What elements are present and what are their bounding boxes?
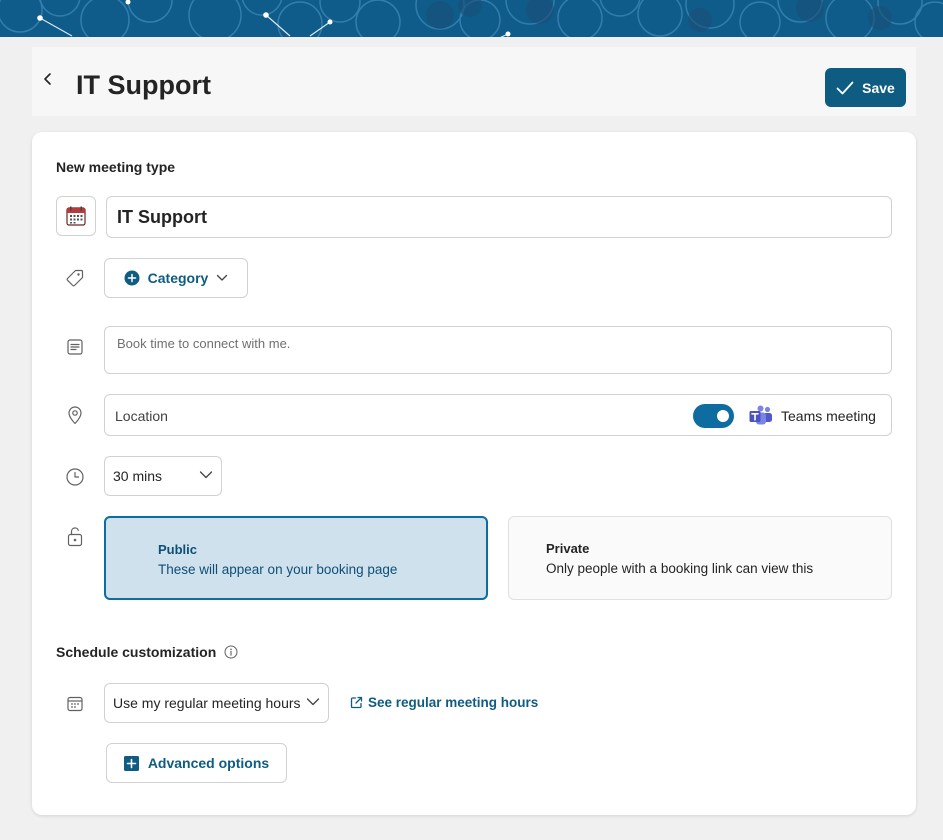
visibility-option-private[interactable]: Private Only people with a booking link …	[508, 516, 892, 600]
location-input[interactable]	[115, 403, 675, 429]
notes-icon	[64, 336, 86, 358]
meeting-icon-picker[interactable]	[56, 196, 96, 236]
meeting-hours-value: Use my regular meeting hours	[113, 695, 301, 711]
page-header: IT Support Save	[32, 47, 916, 116]
location-field: Teams meeting	[104, 394, 892, 436]
advanced-options-button[interactable]: Advanced options	[106, 743, 287, 783]
public-title: Public	[158, 542, 198, 557]
add-circle-icon	[124, 270, 140, 286]
category-dropdown[interactable]: Category	[104, 258, 248, 298]
teams-meeting-label: Teams meeting	[781, 408, 876, 424]
meeting-type-form: New meeting type Category	[32, 132, 916, 815]
duration-dropdown[interactable]: 30 mins	[104, 456, 222, 496]
info-icon[interactable]	[224, 645, 238, 659]
tag-icon	[64, 267, 86, 289]
checkmark-icon	[836, 81, 854, 94]
teams-meeting-toggle[interactable]	[693, 404, 734, 428]
save-label: Save	[862, 79, 895, 96]
public-description: These will appear on your booking page	[158, 562, 398, 577]
calendar-emoji-icon	[66, 206, 86, 226]
section-title-new-meeting: New meeting type	[56, 159, 176, 175]
open-external-icon	[350, 696, 363, 709]
page-title: IT Support	[76, 70, 211, 100]
save-button[interactable]: Save	[825, 68, 906, 107]
advanced-options-label: Advanced options	[147, 755, 270, 771]
description-input[interactable]	[104, 326, 892, 374]
teams-icon	[749, 405, 772, 425]
meeting-name-input[interactable]	[106, 196, 892, 238]
header-banner	[0, 0, 943, 37]
chevron-down-icon	[306, 698, 320, 706]
unlock-icon	[64, 526, 86, 548]
see-meeting-hours-link[interactable]: See regular meeting hours	[350, 695, 538, 710]
banner-pattern	[0, 0, 943, 37]
chevron-left-icon	[44, 73, 51, 85]
calendar-icon	[64, 693, 86, 715]
category-label: Category	[147, 270, 209, 286]
meeting-hours-dropdown[interactable]: Use my regular meeting hours	[104, 683, 329, 723]
back-button[interactable]	[38, 69, 58, 89]
section-title-schedule: Schedule customization	[56, 644, 217, 660]
see-meeting-hours-label: See regular meeting hours	[368, 695, 539, 710]
schedule-heading: Schedule customization	[56, 644, 238, 660]
chevron-down-icon	[199, 471, 213, 479]
add-square-icon	[123, 755, 139, 771]
chevron-down-icon	[217, 274, 228, 281]
private-description: Only people with a booking link can view…	[546, 561, 814, 576]
visibility-option-public[interactable]: Public These will appear on your booking…	[104, 516, 488, 600]
clock-icon	[64, 466, 86, 488]
private-title: Private	[546, 541, 590, 556]
toggle-knob	[717, 410, 729, 422]
location-pin-icon	[64, 404, 86, 426]
duration-value: 30 mins	[113, 468, 163, 484]
